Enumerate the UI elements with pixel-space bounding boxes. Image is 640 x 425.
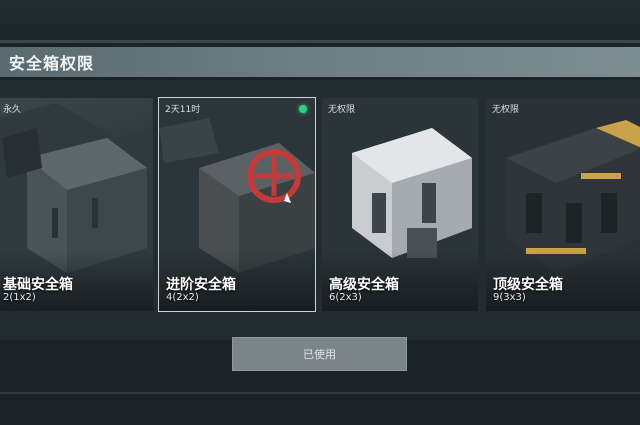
card-name: 进阶安全箱 (166, 277, 236, 293)
safe-card-basic[interactable]: 永久 基础安全箱 2(1x2) (0, 98, 153, 311)
card-duration-tag: 2天11时 (165, 105, 201, 115)
top-background (0, 0, 640, 40)
card-duration-tag: 永久 (3, 105, 22, 115)
safe-card-advanced[interactable]: 2天11时 进阶安全箱 4(2x2) (158, 97, 316, 312)
top-divider (0, 40, 640, 43)
card-name: 顶级安全箱 (493, 277, 563, 293)
bottom-divider (0, 392, 640, 394)
card-capacity: 4(2x2) (166, 292, 199, 303)
card-capacity: 2(1x2) (3, 292, 36, 303)
card-name: 基础安全箱 (3, 277, 73, 293)
safe-card-senior[interactable]: 无权限 高级安全箱 6(2x3) (322, 98, 478, 311)
card-duration-tag: 无权限 (328, 105, 356, 115)
section-header: 安全箱权限 (0, 47, 640, 77)
safe-card-top[interactable]: 无权限 顶级安全箱 9(3x3) (486, 98, 640, 311)
section-title: 安全箱权限 (9, 54, 95, 73)
used-button[interactable]: 已使用 (232, 337, 407, 371)
card-duration-tag: 无权限 (492, 105, 520, 115)
active-status-dot (299, 105, 307, 113)
card-name: 高级安全箱 (329, 277, 399, 293)
card-capacity: 6(2x3) (329, 292, 362, 303)
card-capacity: 9(3x3) (493, 292, 526, 303)
